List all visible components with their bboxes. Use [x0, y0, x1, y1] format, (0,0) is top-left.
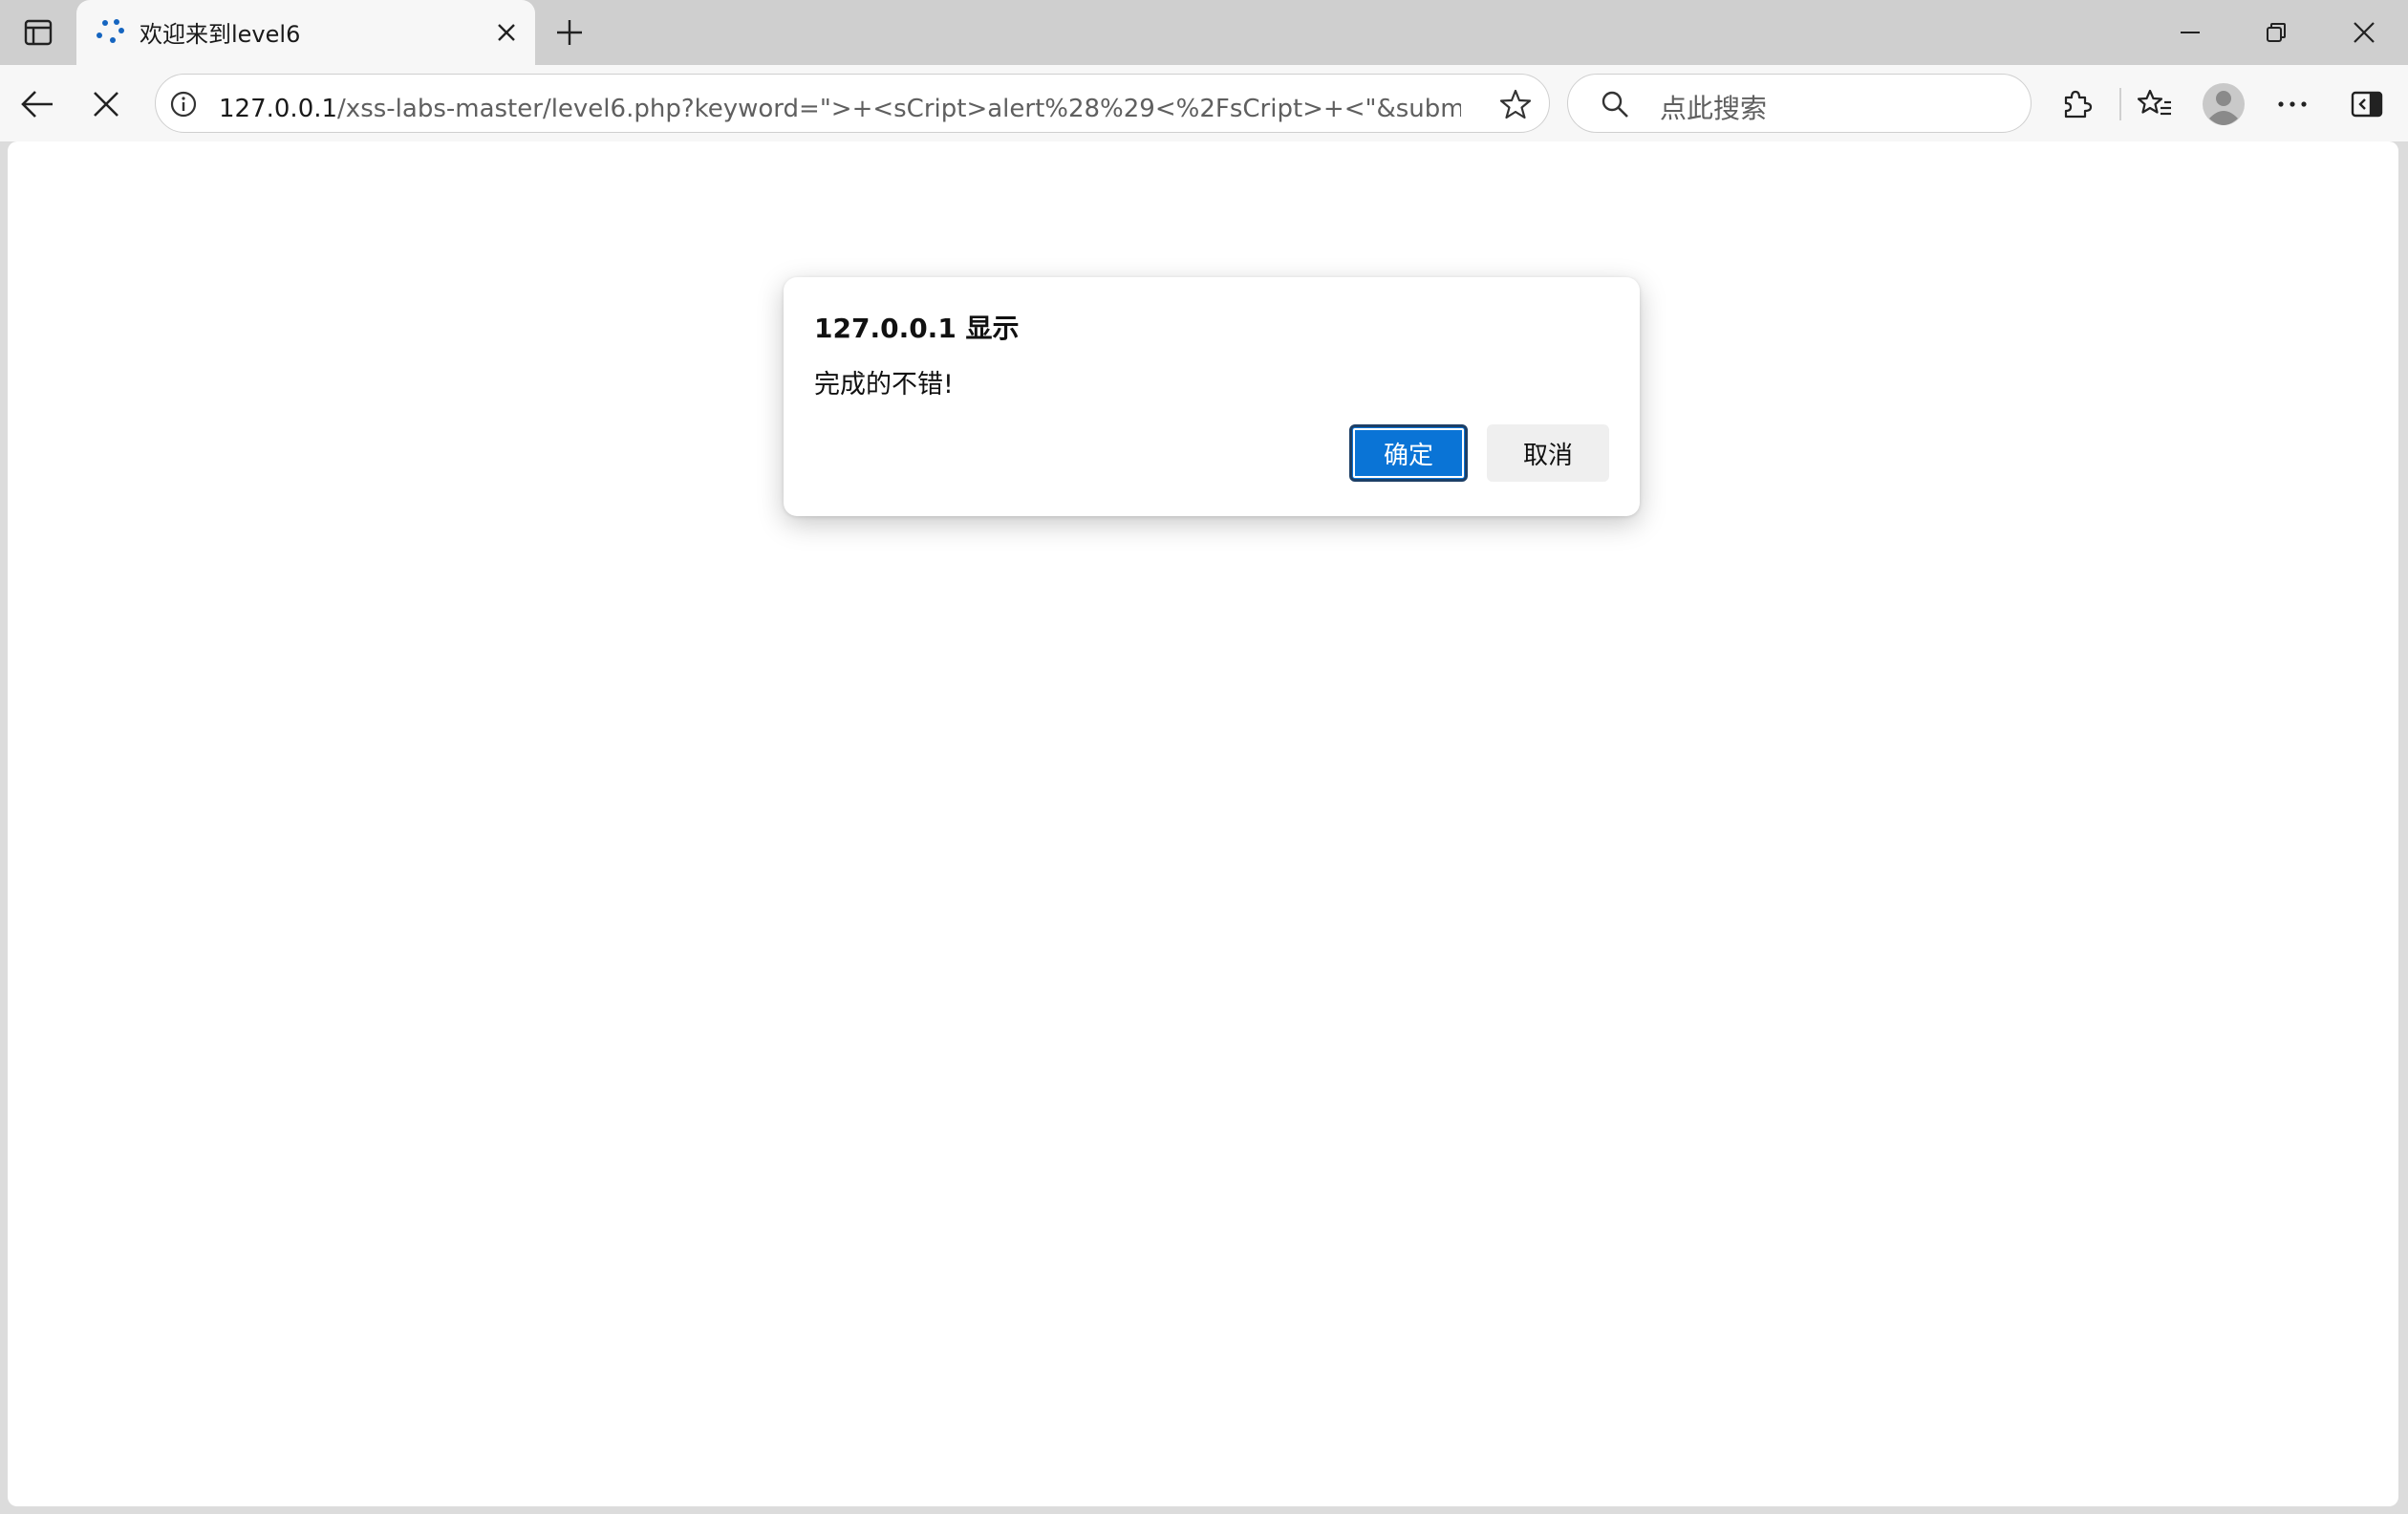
close-window-button[interactable]: [2335, 10, 2393, 55]
url-path: /xss-labs-master/level6.php?keyword=">+<…: [337, 95, 1461, 123]
tab-actions-icon: [24, 19, 53, 46]
more-button[interactable]: [2270, 82, 2314, 126]
tab-title: 欢迎来到level6: [140, 21, 301, 48]
minimize-icon: [2181, 32, 2200, 33]
alert-dialog: 127.0.0.1 显示 完成的不错! 确定 取消: [784, 277, 1640, 516]
info-icon: [170, 91, 197, 118]
star-icon: [1499, 89, 1532, 119]
page-content: 127.0.0.1 显示 完成的不错! 确定 取消: [8, 141, 2398, 1506]
stop-button[interactable]: [84, 82, 128, 126]
tab-strip: 欢迎来到level6: [0, 0, 2408, 65]
restore-button[interactable]: [2247, 10, 2305, 55]
back-button[interactable]: [15, 82, 59, 126]
puzzle-icon: [2064, 90, 2093, 119]
stop-icon: [94, 92, 118, 117]
restore-icon: [2267, 23, 2286, 42]
close-icon: [498, 24, 515, 41]
active-tab[interactable]: 欢迎来到level6: [76, 0, 535, 65]
search-placeholder: 点此搜索: [1660, 93, 1768, 124]
search-icon: [1602, 91, 1628, 118]
minimize-button[interactable]: [2161, 10, 2219, 55]
url-text[interactable]: 127.0.0.1/xss-labs-master/level6.php?key…: [219, 89, 1461, 124]
search-icon-wrap: [1597, 86, 1633, 122]
search-box[interactable]: 点此搜索: [1567, 74, 2032, 133]
back-arrow-icon: [21, 91, 53, 118]
site-info-button[interactable]: [165, 86, 202, 122]
favorites-button[interactable]: [2133, 82, 2177, 126]
url-host: 127.0.0.1: [219, 95, 338, 123]
add-favorite-button[interactable]: [1495, 84, 1536, 124]
navigation-toolbar: 127.0.0.1/xss-labs-master/level6.php?key…: [0, 65, 2408, 141]
toolbar-separator: [2119, 88, 2121, 120]
ok-button[interactable]: 确定: [1349, 424, 1468, 482]
extensions-button[interactable]: [2054, 82, 2098, 126]
close-tab-button[interactable]: [489, 15, 524, 50]
loading-dots-icon: [97, 19, 124, 43]
avatar-icon: [2203, 83, 2245, 125]
plus-icon: [557, 20, 582, 45]
sidebar-button[interactable]: [2345, 82, 2389, 126]
address-bar[interactable]: 127.0.0.1/xss-labs-master/level6.php?key…: [155, 74, 1550, 133]
favorites-icon: [2138, 89, 2171, 116]
new-tab-button[interactable]: [548, 11, 591, 54]
dialog-message: 完成的不错!: [814, 370, 954, 400]
close-icon: [2354, 22, 2375, 43]
tab-actions-button[interactable]: [17, 13, 59, 52]
cancel-button[interactable]: 取消: [1487, 424, 1609, 482]
profile-button[interactable]: [2202, 82, 2246, 126]
more-icon: [2278, 101, 2307, 107]
sidebar-icon: [2351, 91, 2383, 118]
dialog-title: 127.0.0.1 显示: [814, 313, 1020, 344]
